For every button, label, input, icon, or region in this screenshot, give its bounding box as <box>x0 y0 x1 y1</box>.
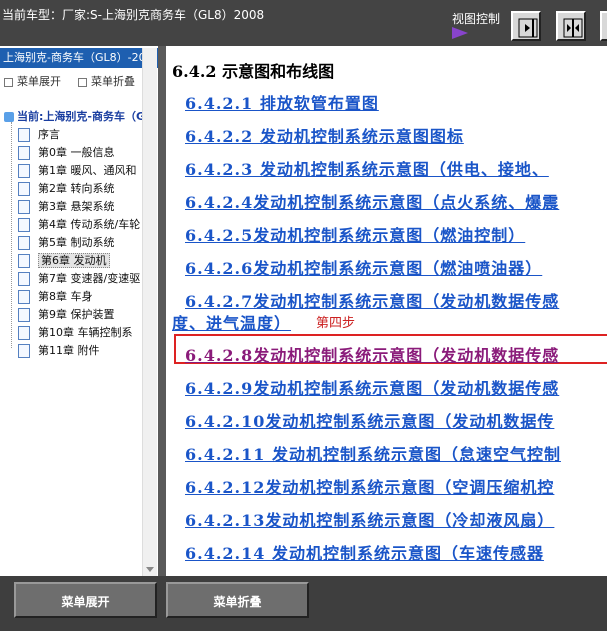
document-icon <box>18 326 30 340</box>
current-car-model-title: 当前车型：厂家:S-上海别克商务车（GL8）2008 <box>2 8 265 22</box>
scroll-down-arrow-icon[interactable] <box>146 567 154 572</box>
view-split-panel-button[interactable] <box>556 11 586 41</box>
panel-split-icon <box>563 18 583 38</box>
document-icon <box>18 182 30 196</box>
link-6-4-2-8[interactable]: 6.4.2.8发动机控制系统示意图（发动机数据传感 <box>185 342 559 366</box>
left-scrollbar[interactable] <box>142 48 157 576</box>
document-icon <box>18 164 30 178</box>
navigation-panel: 上海别克-商务车（GL8）-200 菜单展开 菜单折叠 当前:上海别克-商务车（… <box>0 46 158 576</box>
link-6-4-2-1[interactable]: 6.4.2.1 排放软管布置图 <box>185 90 379 114</box>
link-6-4-2-2[interactable]: 6.4.2.2 发动机控制系统示意图图标 <box>185 123 464 147</box>
view-right-panel-button[interactable] <box>511 11 541 41</box>
collapse-icon <box>78 77 87 87</box>
tree-root-label: 当前:上海别克-商务车（GL <box>17 110 153 123</box>
expand-icon <box>4 77 13 87</box>
tree-item[interactable]: 第7章 变速器/变速驱 <box>18 270 140 288</box>
link-6-4-2-13[interactable]: 6.4.2.13发动机控制系统示意图（冷却液风扇） <box>185 507 554 531</box>
tree-item[interactable]: 第2章 转向系统 <box>18 180 115 198</box>
document-icon <box>18 308 30 322</box>
section-title: 6.4.2 示意图和布线图 <box>172 62 335 81</box>
document-icon <box>18 344 30 358</box>
tree-connector <box>11 122 12 348</box>
view-control-label: 视图控制 <box>452 12 501 26</box>
link-6-4-2-7-continued[interactable]: 度、进气温度） <box>172 310 291 334</box>
menu-expand-button[interactable]: 菜单展开 <box>14 582 157 618</box>
tree-item[interactable]: 序言 <box>18 126 60 144</box>
document-icon <box>18 272 30 286</box>
tree-item[interactable]: 第10章 车辆控制系 <box>18 324 133 342</box>
tree-item[interactable]: 第9章 保护装置 <box>18 306 115 324</box>
view-left-panel-button[interactable] <box>600 11 607 41</box>
link-6-4-2-11[interactable]: 6.4.2.11 发动机控制系统示意图（怠速空气控制 <box>185 441 561 465</box>
panel-right-icon <box>518 18 538 38</box>
link-6-4-2-12[interactable]: 6.4.2.12发动机控制系统示意图（空调压缩机控 <box>185 474 554 498</box>
link-6-4-2-7[interactable]: 6.4.2.7发动机控制系统示意图（发动机数据传感 <box>185 288 559 312</box>
tree-item[interactable]: 第3章 悬架系统 <box>18 198 115 216</box>
book-icon <box>4 112 14 122</box>
toolbar-collapse-label: 菜单折叠 <box>91 75 135 88</box>
document-icon <box>18 218 30 232</box>
document-icon <box>18 200 30 214</box>
left-toolbar: 菜单展开 菜单折叠 <box>0 70 158 90</box>
tree-item[interactable]: 第11章 附件 <box>18 342 100 360</box>
view-control-arrow-icon <box>452 27 468 39</box>
top-bar: 当前车型：厂家:S-上海别克商务车（GL8）2008 视图控制 <box>0 0 607 46</box>
panel-divider[interactable] <box>158 46 166 576</box>
toolbar-expand-label: 菜单展开 <box>17 75 61 88</box>
tree-item[interactable]: 第8章 车身 <box>18 288 93 306</box>
link-6-4-2-6[interactable]: 6.4.2.6发动机控制系统示意图（燃油喷油器） <box>185 255 542 279</box>
document-icon <box>18 290 30 304</box>
tree-item[interactable]: 第5章 制动系统 <box>18 234 115 252</box>
link-6-4-2-3[interactable]: 6.4.2.3 发动机控制系统示意图（供电、接地、 <box>185 156 549 180</box>
toolbar-expand-button[interactable]: 菜单展开 <box>4 73 61 89</box>
link-6-4-2-4[interactable]: 6.4.2.4发动机控制系统示意图（点火系统、爆震 <box>185 189 559 213</box>
document-icon <box>18 236 30 250</box>
document-icon <box>18 146 30 160</box>
tree-root[interactable]: 当前:上海别克-商务车（GL <box>4 108 152 124</box>
bottom-bar: 菜单展开 菜单折叠 <box>0 576 607 631</box>
tree-item-selected[interactable]: 第6章 发动机 <box>18 252 110 270</box>
step-annotation: 第四步 <box>316 316 356 331</box>
link-6-4-2-5[interactable]: 6.4.2.5发动机控制系统示意图（燃油控制） <box>185 222 525 246</box>
tree-item[interactable]: 第1章 暖风、通风和 <box>18 162 137 180</box>
content-panel: 6.4.2 示意图和布线图 6.4.2.1 排放软管布置图 6.4.2.2 发动… <box>166 46 607 576</box>
link-6-4-2-14[interactable]: 6.4.2.14 发动机控制系统示意图（车速传感器 <box>185 540 544 564</box>
tree-item[interactable]: 第4章 传动系统/车轮 <box>18 216 140 234</box>
link-6-4-2-10[interactable]: 6.4.2.10发动机控制系统示意图（发动机数据传 <box>185 408 554 432</box>
document-icon <box>18 128 30 142</box>
toolbar-collapse-button[interactable]: 菜单折叠 <box>78 73 135 89</box>
vehicle-header: 上海别克-商务车（GL8）-200 <box>0 48 158 68</box>
menu-collapse-button[interactable]: 菜单折叠 <box>166 582 309 618</box>
tree-item[interactable]: 第0章 一般信息 <box>18 144 115 162</box>
document-icon <box>18 254 30 268</box>
link-6-4-2-9[interactable]: 6.4.2.9发动机控制系统示意图（发动机数据传感 <box>185 375 559 399</box>
